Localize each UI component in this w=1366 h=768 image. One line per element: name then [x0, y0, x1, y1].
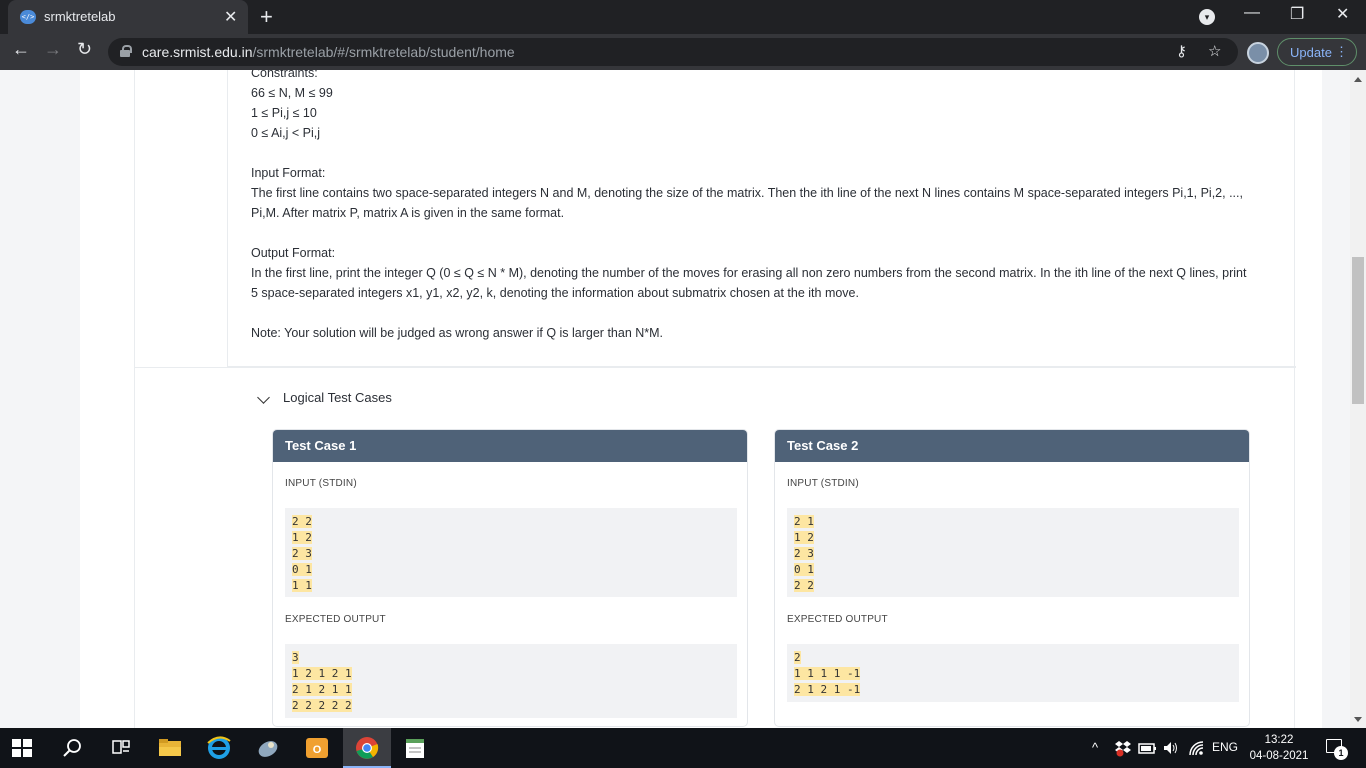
window-close-button[interactable]: ✕	[1336, 4, 1349, 24]
profile-avatar[interactable]	[1247, 42, 1269, 64]
key-icon[interactable]: ⚷	[1176, 42, 1187, 60]
code-line: 0 1	[794, 563, 814, 576]
input-code-block[interactable]: 2 1 1 2 2 3 0 1 2 2	[787, 508, 1239, 597]
expected-output-label: EXPECTED OUTPUT	[285, 614, 386, 625]
code-line: 2 3	[292, 547, 312, 560]
expected-output-label: EXPECTED OUTPUT	[787, 614, 888, 625]
constraint-line: 1 ≤ Pi,j ≤ 10	[251, 106, 317, 120]
forward-button[interactable]: →	[44, 39, 62, 60]
code-line: 2 3	[794, 547, 814, 560]
new-tab-button[interactable]: +	[260, 4, 273, 30]
code-line: 2 2	[794, 579, 814, 592]
system-clock[interactable]: 13:22 04-08-2021	[1248, 732, 1310, 764]
notification-count-badge: 1	[1334, 746, 1348, 760]
lock-icon[interactable]	[120, 45, 132, 57]
browser-toolbar: ← → ↻ care.srmist.edu.in/srmktretelab/#/…	[0, 34, 1366, 70]
scroll-down-arrow-icon[interactable]	[1354, 717, 1362, 722]
input-label: INPUT (STDIN)	[285, 478, 357, 489]
app-icon[interactable]	[255, 735, 281, 761]
minimize-button[interactable]: —	[1244, 4, 1260, 22]
code-line: 1 1	[292, 579, 312, 592]
windows-taskbar: O ^ ENG 13:22 04-08-2021 1	[0, 728, 1366, 768]
scroll-up-arrow-icon[interactable]	[1354, 77, 1362, 82]
input-label: INPUT (STDIN)	[787, 478, 859, 489]
code-line: 2 2 2 2 2	[292, 699, 352, 712]
output-format-text: In the first line, print the integer Q (…	[251, 266, 1247, 300]
test-case-card: Test Case 1 INPUT (STDIN) 2 2 1 2 2 3 0 …	[272, 429, 748, 727]
page-scrollbar[interactable]	[1350, 70, 1366, 728]
constraint-line: 0 ≤ Ai,j < Pi,j	[251, 126, 321, 140]
code-line: 1 2	[794, 531, 814, 544]
internet-explorer-icon[interactable]	[206, 735, 232, 761]
bookmark-star-icon[interactable]: ☆	[1208, 42, 1221, 60]
tray-chevron-icon[interactable]: ^	[1092, 740, 1098, 755]
update-button[interactable]: Update ⋮	[1277, 38, 1357, 66]
output-code-block[interactable]: 3 1 2 1 2 1 2 1 2 1 1 2 2 2 2 2	[285, 644, 737, 718]
section-divider	[135, 367, 1296, 368]
restore-button[interactable]: ❐	[1290, 4, 1304, 24]
wifi-icon[interactable]	[1188, 740, 1206, 756]
page-viewport: Constraints: 66 ≤ N, M ≤ 99 1 ≤ Pi,j ≤ 1…	[0, 70, 1350, 728]
logical-test-cases-toggle[interactable]: Logical Test Cases	[283, 390, 392, 405]
code-line: 1 2	[292, 531, 312, 544]
test-case-title: Test Case 1	[273, 430, 747, 462]
url-text[interactable]: care.srmist.edu.in/srmktretelab/#/srmktr…	[142, 44, 515, 60]
code-line: 2	[794, 651, 801, 664]
office-icon[interactable]: O	[304, 735, 330, 761]
clock-time: 13:22	[1264, 734, 1294, 746]
input-code-block[interactable]: 2 2 1 2 2 3 0 1 1 1	[285, 508, 737, 597]
address-bar[interactable]: care.srmist.edu.in/srmktretelab/#/srmktr…	[108, 38, 1238, 66]
volume-icon[interactable]	[1162, 740, 1180, 756]
search-icon[interactable]	[60, 735, 86, 761]
code-line: 1 1 1 1 -1	[794, 667, 861, 680]
browser-title-bar: </> srmktretelab ✕ + ▾ — ❐ ✕	[0, 0, 1366, 34]
url-host: care.srmist.edu.in	[142, 44, 253, 60]
site-favicon-icon: </>	[20, 10, 36, 24]
output-code-block[interactable]: 2 1 1 1 1 -1 2 1 2 1 -1	[787, 644, 1239, 702]
code-line: 2 1 2 1 1	[292, 683, 352, 696]
question-card: Constraints: 66 ≤ N, M ≤ 99 1 ≤ Pi,j ≤ 1…	[80, 70, 1322, 728]
url-path: /srmktretelab/#/srmktretelab/student/hom…	[252, 44, 515, 60]
note-text: Note: Your solution will be judged as wr…	[251, 326, 664, 340]
input-format-text: The first line contains two space-separa…	[251, 186, 1243, 220]
code-line: 3	[292, 651, 299, 664]
back-button[interactable]: ←	[12, 39, 30, 60]
input-format-label: Input Format:	[251, 166, 326, 180]
output-format-label: Output Format:	[251, 246, 336, 260]
file-explorer-icon[interactable]	[157, 735, 183, 761]
update-label: Update	[1290, 45, 1332, 60]
code-line: 1 2 1 2 1	[292, 667, 352, 680]
code-line: 2 1 2 1 -1	[794, 683, 861, 696]
code-line: 2 2	[292, 515, 312, 528]
battery-icon[interactable]	[1138, 741, 1158, 755]
code-line: 2 1	[794, 515, 814, 528]
notepad-icon[interactable]	[402, 735, 428, 761]
clock-date: 04-08-2021	[1249, 750, 1309, 762]
tab-title: srmktretelab	[44, 9, 116, 24]
language-indicator[interactable]: ENG	[1212, 740, 1238, 754]
test-case-title: Test Case 2	[775, 430, 1249, 462]
scrollbar-thumb[interactable]	[1352, 257, 1364, 404]
constraints-label: Constraints:	[251, 70, 318, 80]
reload-button[interactable]: ↻	[77, 39, 92, 60]
windows-start-icon[interactable]	[12, 739, 32, 757]
code-line: 0 1	[292, 563, 312, 576]
tab-close-icon[interactable]: ✕	[224, 7, 237, 27]
menu-dots-icon: ⋮	[1335, 44, 1348, 59]
test-case-card: Test Case 2 INPUT (STDIN) 2 1 1 2 2 3 0 …	[774, 429, 1250, 727]
chrome-icon[interactable]	[354, 735, 380, 761]
browser-tab[interactable]: </> srmktretelab ✕	[8, 0, 248, 34]
task-view-icon[interactable]	[108, 735, 134, 761]
svg-text:O: O	[313, 744, 322, 756]
dropbox-icon[interactable]	[1114, 739, 1132, 757]
constraint-line: 66 ≤ N, M ≤ 99	[251, 86, 333, 100]
tab-search-icon[interactable]: ▾	[1199, 9, 1215, 25]
